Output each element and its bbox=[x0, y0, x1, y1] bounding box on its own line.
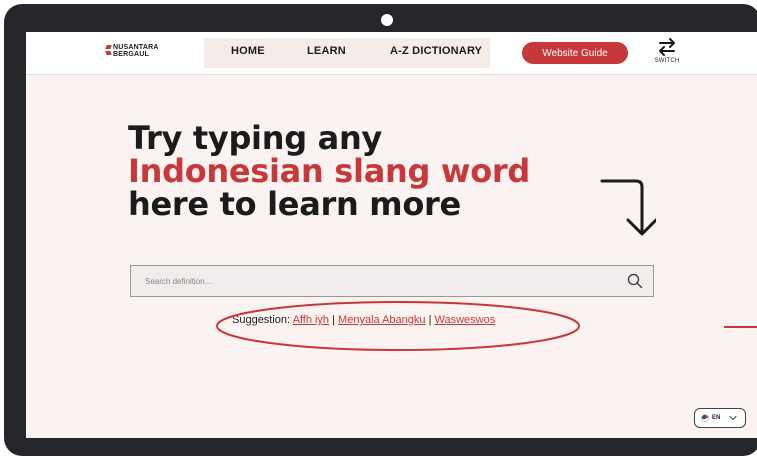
annotation-ellipse bbox=[216, 301, 580, 351]
website-guide-button[interactable]: Website Guide bbox=[522, 42, 628, 64]
headline-line-1: Try typing any bbox=[128, 119, 382, 157]
logo-line-1: NUSANTARA bbox=[113, 44, 159, 51]
search-input[interactable] bbox=[131, 266, 611, 296]
camera-dot bbox=[381, 14, 393, 26]
headline-line-2: Indonesian slang word bbox=[128, 152, 530, 190]
us-flag-icon bbox=[701, 414, 709, 422]
switch-button[interactable]: SWITCH bbox=[652, 38, 682, 72]
annotation-pointer-line bbox=[724, 326, 757, 328]
switch-label: SWITCH bbox=[654, 58, 680, 64]
nav-dictionary-link[interactable]: A-Z DICTIONARY bbox=[390, 45, 482, 57]
curved-down-arrow-icon bbox=[600, 179, 656, 236]
search-icon[interactable] bbox=[627, 273, 643, 289]
top-navbar: NUSANTARA BERGAUL HOME LEARN A-Z DICTION… bbox=[26, 32, 757, 75]
logo-line-2: BERGAUL bbox=[113, 51, 150, 58]
chevron-down-icon bbox=[729, 416, 737, 421]
headline-line-3: here to learn more bbox=[128, 185, 461, 223]
language-selector[interactable]: EN bbox=[694, 408, 746, 428]
site-logo[interactable]: NUSANTARA BERGAUL bbox=[106, 44, 159, 58]
nav-learn-link[interactable]: LEARN bbox=[307, 45, 346, 57]
website-screen: NUSANTARA BERGAUL HOME LEARN A-Z DICTION… bbox=[26, 32, 757, 438]
laptop-frame: NUSANTARA BERGAUL HOME LEARN A-Z DICTION… bbox=[4, 4, 757, 456]
nusantara-logo-icon bbox=[106, 45, 111, 57]
language-code: EN bbox=[712, 415, 721, 421]
swap-arrows-icon bbox=[659, 38, 675, 56]
nav-home-link[interactable]: HOME bbox=[231, 45, 265, 57]
hero-headline: Try typing any Indonesian slang word her… bbox=[128, 122, 530, 221]
search-bar bbox=[130, 265, 654, 297]
